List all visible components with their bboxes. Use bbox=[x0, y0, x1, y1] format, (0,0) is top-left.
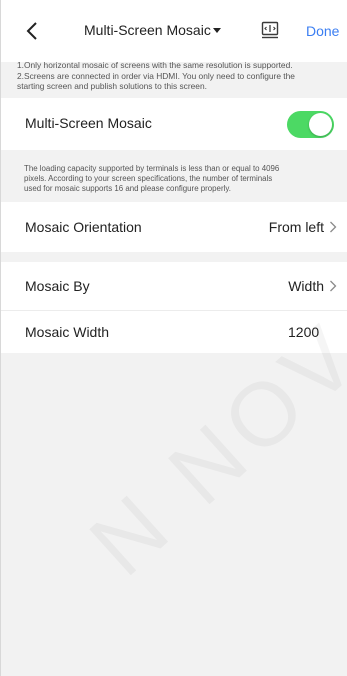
mosaic-toggle-label: Multi-Screen Mosaic bbox=[25, 115, 152, 131]
title-dropdown[interactable]: Multi-Screen Mosaic bbox=[84, 22, 221, 38]
info-line: 1.Only horizontal mosaic of screens with… bbox=[17, 60, 293, 70]
header: Multi-Screen Mosaic Done bbox=[1, 0, 347, 62]
mosaic-by-label: Mosaic By bbox=[25, 278, 90, 294]
chevron-right-icon bbox=[330, 221, 337, 233]
mosaic-by-row[interactable]: Mosaic By Width bbox=[1, 262, 347, 311]
chevron-left-icon bbox=[26, 22, 37, 40]
toggle-knob bbox=[309, 113, 332, 136]
screen: Multi-Screen Mosaic Done 1.Only horizont… bbox=[0, 0, 347, 676]
capacity-note: The loading capacity supported by termin… bbox=[24, 164, 336, 193]
mosaic-by-value: Width bbox=[288, 278, 324, 294]
mosaic-toggle[interactable] bbox=[287, 111, 334, 138]
info-text: 1.Only horizontal mosaic of screens with… bbox=[17, 60, 335, 92]
mosaic-width-row[interactable]: Mosaic Width 1200 bbox=[1, 311, 347, 353]
mosaic-orientation-label: Mosaic Orientation bbox=[25, 219, 142, 235]
back-button[interactable] bbox=[21, 20, 43, 42]
mosaic-orientation-value: From left bbox=[268, 219, 324, 235]
mosaic-toggle-row: Multi-Screen Mosaic bbox=[1, 98, 347, 150]
chevron-right-icon bbox=[330, 280, 337, 292]
mosaic-width-value[interactable]: 1200 bbox=[288, 324, 319, 340]
screen-icon[interactable] bbox=[261, 21, 279, 39]
done-button[interactable]: Done bbox=[306, 23, 339, 39]
info-line: 2.Screens are connected in order via HDM… bbox=[17, 70, 295, 81]
info-line: starting screen and publish solutions to… bbox=[17, 81, 207, 92]
mosaic-width-label: Mosaic Width bbox=[25, 324, 110, 340]
capacity-line: used for mosaic supports 16 and please c… bbox=[24, 183, 231, 193]
mosaic-orientation-row[interactable]: Mosaic Orientation From left bbox=[1, 202, 347, 252]
caret-down-icon bbox=[212, 27, 221, 33]
capacity-line: pixels. According to your screen specifi… bbox=[24, 173, 273, 183]
page-title: Multi-Screen Mosaic bbox=[84, 22, 211, 38]
capacity-line: The loading capacity supported by termin… bbox=[24, 164, 280, 173]
